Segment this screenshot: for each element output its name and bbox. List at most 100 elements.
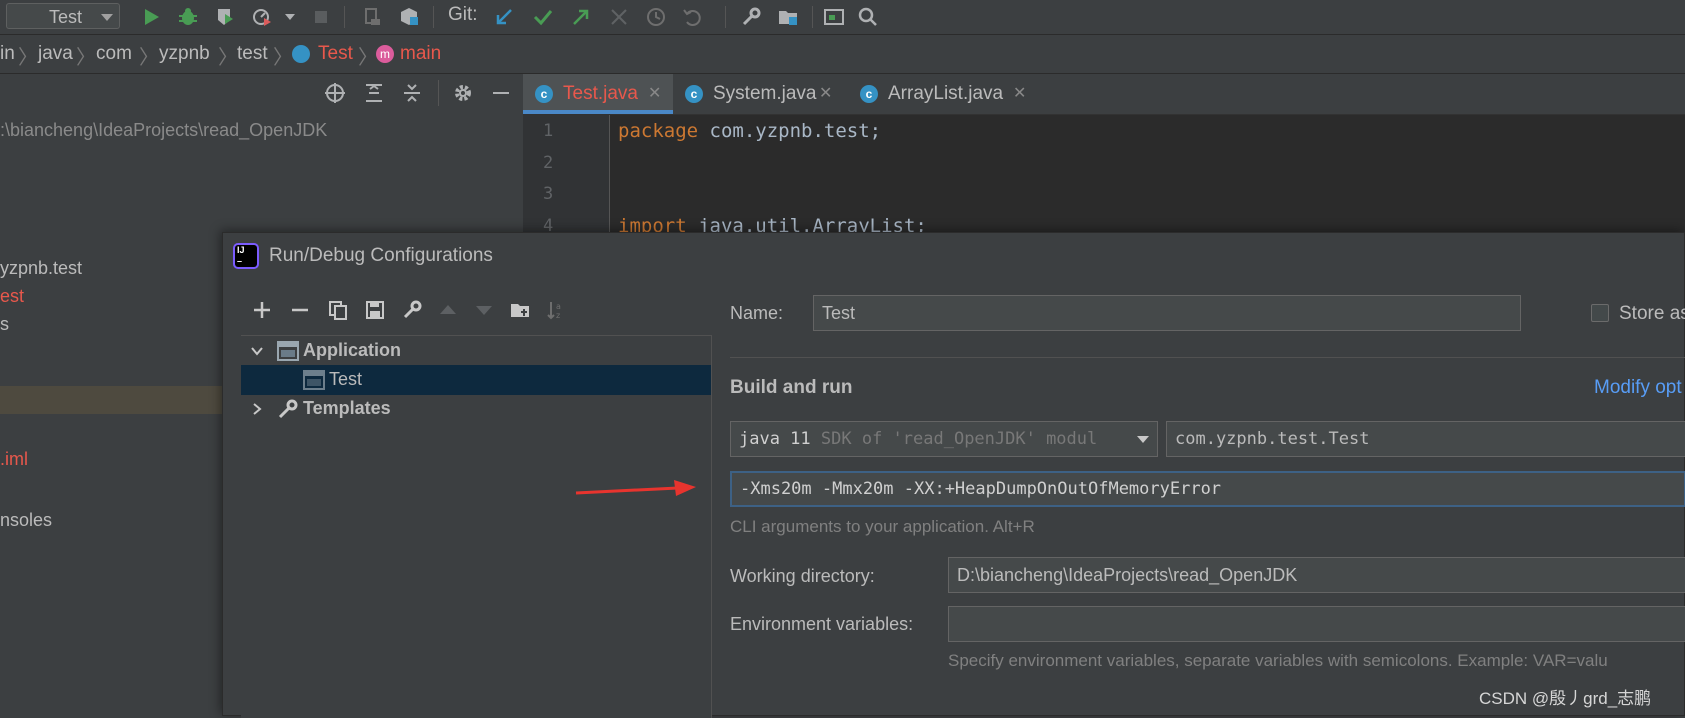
remove-icon[interactable] [289, 299, 311, 321]
move-up-icon[interactable] [437, 299, 459, 321]
configurations-sidebar: az Application Test Templates [241, 291, 712, 718]
breadcrumb-item[interactable]: in [0, 43, 15, 65]
copy-icon[interactable] [327, 299, 349, 321]
toolbar-divider [344, 6, 345, 28]
tree-item-templates[interactable]: Templates [241, 394, 711, 424]
main-toolbar: Test Git: [0, 0, 1685, 35]
jdk-value: java 11 [739, 429, 811, 449]
tree-item-label: Test [329, 369, 363, 389]
expand-all-icon[interactable] [363, 82, 385, 104]
close-icon[interactable]: ✕ [1013, 83, 1026, 103]
dialog-title: Run/Debug Configurations [269, 245, 493, 266]
add-icon[interactable] [251, 299, 273, 321]
code-line: package com.yzpnb.test; [618, 120, 881, 142]
run-configuration-select[interactable]: Test [6, 3, 120, 29]
git-rollback-icon[interactable] [681, 6, 703, 28]
git-history-icon[interactable] [645, 6, 667, 28]
tab-label: Test.java [563, 83, 638, 104]
project-structure-icon[interactable] [777, 6, 799, 28]
vm-options-input[interactable]: -Xms20m -Mmx20m -XX:+HeapDumpOnOutOfMemo… [730, 471, 1685, 507]
class-icon: c [685, 85, 703, 103]
run-configuration-label: Test [49, 7, 83, 27]
build-icon[interactable] [362, 6, 384, 28]
run-debug-configurations-dialog: IJ – Run/Debug Configurations az Applicat… [222, 232, 1685, 718]
breadcrumb-item-method[interactable]: main [400, 43, 441, 65]
panel-divider [438, 80, 439, 106]
jdk-select[interactable]: java 11 SDK of 'read_OpenJDK' modul [730, 421, 1158, 457]
toolbar-divider [812, 6, 813, 28]
project-tree-item[interactable]: .iml [0, 449, 28, 470]
project-tree-item[interactable]: yzpnb.test [0, 258, 82, 279]
new-folder-icon[interactable] [509, 299, 531, 321]
locate-icon[interactable] [324, 82, 346, 104]
toolbar-divider [725, 6, 726, 28]
hide-panel-icon[interactable] [490, 82, 512, 104]
environment-variables-label: Environment variables: [730, 614, 914, 634]
move-down-icon[interactable] [473, 299, 495, 321]
chevron-right-icon[interactable] [249, 401, 265, 417]
build-and-run-heading: Build and run [730, 377, 853, 398]
search-icon[interactable] [857, 6, 879, 28]
tree-item-test[interactable]: Test [241, 365, 711, 395]
keyword: package [618, 120, 699, 142]
build-module-icon[interactable] [398, 6, 420, 28]
coverage-icon[interactable] [214, 6, 236, 28]
tab-label: ArrayList.java [888, 83, 1004, 104]
toolbar-divider [433, 6, 434, 28]
project-tree-item[interactable]: nsoles [0, 510, 52, 531]
line-number: 2 [543, 153, 554, 173]
environment-variables-input[interactable] [948, 606, 1685, 642]
line-gutter: 1 2 3 4 [523, 115, 610, 236]
chevron-down-icon[interactable] [249, 343, 265, 359]
git-update-icon[interactable] [493, 6, 515, 28]
tree-item-label: Templates [303, 398, 391, 418]
breadcrumb-separator: 〉 [76, 47, 96, 69]
sort-icon[interactable]: az [545, 299, 567, 321]
run-icon[interactable] [140, 6, 162, 28]
project-tree-item[interactable]: est [0, 286, 24, 307]
chevron-down-icon [101, 14, 113, 21]
line-number: 3 [543, 184, 554, 204]
stop-icon[interactable] [310, 6, 332, 28]
watermark: CSDN @殷丿grd_志鹏 [1479, 689, 1652, 708]
breadcrumb-item[interactable]: yzpnb [159, 43, 210, 65]
tab-system-java[interactable]: c System.java ✕ [673, 74, 841, 114]
profile-icon[interactable] [251, 6, 273, 28]
wrench-icon[interactable] [401, 299, 423, 321]
git-push-icon[interactable] [570, 6, 592, 28]
wrench-icon [278, 399, 298, 419]
project-tree-item[interactable]: s [0, 314, 9, 335]
tab-arraylist-java[interactable]: c ArrayList.java ✕ [848, 74, 1028, 114]
breadcrumb-item[interactable]: java [38, 43, 73, 65]
gear-icon[interactable] [452, 82, 474, 104]
chevron-down-icon [1137, 436, 1149, 443]
svg-text:a: a [556, 302, 561, 311]
store-as-project-file-checkbox[interactable] [1591, 304, 1609, 322]
breadcrumb-item[interactable]: com [96, 43, 132, 65]
name-input[interactable]: Test [813, 295, 1521, 331]
git-commit-icon[interactable] [532, 6, 554, 28]
close-icon[interactable]: ✕ [648, 83, 661, 103]
settings-wrench-icon[interactable] [740, 6, 762, 28]
dialog-title-bar[interactable]: IJ – Run/Debug Configurations [223, 233, 1684, 279]
breadcrumb-item[interactable]: test [237, 43, 268, 65]
tab-test-java[interactable]: c Test.java ✕ [523, 74, 673, 114]
modify-options-link[interactable]: Modify opt [1594, 377, 1682, 399]
breadcrumb-separator: 〉 [18, 47, 38, 69]
tree-item-application[interactable]: Application [241, 336, 711, 366]
main-class-input[interactable]: com.yzpnb.test.Test [1166, 421, 1685, 457]
collapse-all-icon[interactable] [401, 82, 423, 104]
code-editor[interactable]: 1 2 3 4 package com.yzpnb.test; import j… [523, 115, 1685, 237]
chevron-down-icon[interactable] [285, 14, 295, 20]
close-icon[interactable]: ✕ [819, 83, 832, 103]
working-directory-input[interactable]: D:\biancheng\IdeaProjects\read_OpenJDK [948, 557, 1685, 593]
breadcrumb-item-class[interactable]: Test [318, 43, 353, 65]
annotation-arrow [575, 480, 696, 496]
debug-icon[interactable] [177, 6, 199, 28]
git-compare-icon[interactable] [608, 6, 630, 28]
store-as-label: Store as [1619, 303, 1685, 324]
tree-item-label: Application [303, 340, 401, 360]
save-icon[interactable] [364, 299, 386, 321]
breadcrumb-separator: 〉 [358, 47, 378, 69]
terminal-icon[interactable] [823, 6, 845, 28]
